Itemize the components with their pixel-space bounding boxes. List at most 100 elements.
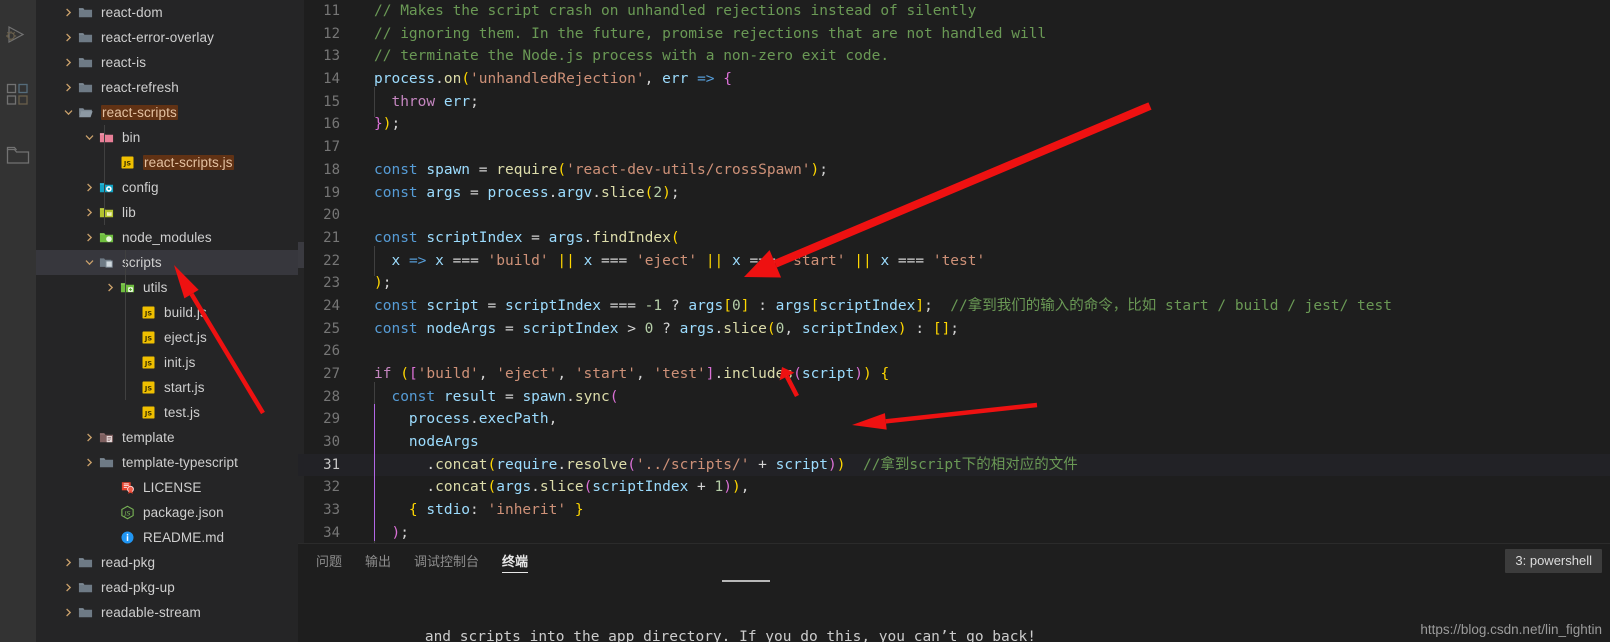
tree-item-bin[interactable]: bin (36, 125, 298, 150)
chevron-right-icon[interactable] (103, 281, 117, 295)
chevron-right-icon[interactable] (61, 56, 75, 70)
tree-item-init-js[interactable]: JS init.js (36, 350, 298, 375)
code-line-34[interactable]: 34 ); (298, 517, 1610, 543)
terminal-output[interactable]: and scripts into the app directory. If y… (298, 579, 1610, 642)
code-line-31[interactable]: 31 .concat(require.resolve('../scripts/'… (298, 449, 1610, 481)
code-line-24[interactable]: 24 const script = scriptIndex === -1 ? ar… (298, 295, 1610, 318)
code-line-13[interactable]: 13 // terminate the Node.js process with … (298, 45, 1610, 68)
run-and-debug-icon[interactable] (5, 22, 31, 48)
code-text[interactable]: const script = scriptIndex === -1 ? args… (362, 295, 1392, 318)
tree-item-start-js[interactable]: JS start.js (36, 375, 298, 400)
code-text[interactable]: ); (362, 272, 391, 295)
code-text[interactable]: process.execPath, (362, 404, 557, 435)
code-line-19[interactable]: 19 const args = process.argv.slice(2); (298, 182, 1610, 205)
tree-item-template-typescript[interactable]: template-typescript (36, 450, 298, 475)
code-text[interactable]: // Makes the script crash on unhandled r… (362, 0, 976, 23)
panel-tab-3[interactable]: 终端 (502, 544, 529, 579)
chevron-right-icon[interactable] (82, 206, 96, 220)
code-text[interactable]: ); (362, 517, 409, 543)
tree-item-react-dom[interactable]: react-dom (36, 0, 298, 25)
code-line-25[interactable]: 25 const nodeArgs = scriptIndex > 0 ? arg… (298, 318, 1610, 341)
code-text[interactable]: }); (362, 113, 400, 136)
code-text[interactable]: const nodeArgs = scriptIndex > 0 ? args.… (362, 318, 959, 341)
code-line-23[interactable]: 23); (298, 272, 1610, 295)
code-line-17[interactable]: 17 (298, 136, 1610, 159)
code-line-29[interactable]: 29 process.execPath, (298, 404, 1610, 435)
tree-item-build-js[interactable]: JS build.js (36, 300, 298, 325)
chevron-right-icon[interactable] (82, 181, 96, 195)
code-text[interactable]: .concat(require.resolve('../scripts/' + … (362, 449, 1078, 481)
chevron-down-icon[interactable] (61, 106, 75, 120)
code-line-15[interactable]: 15 throw err; (298, 86, 1610, 118)
tree-item-eject-js[interactable]: JS eject.js (36, 325, 298, 350)
chevron-right-icon[interactable] (61, 581, 75, 595)
code-line-21[interactable]: 21 const scriptIndex = args.findIndex( (298, 227, 1610, 250)
tree-item-utils[interactable]: utils (36, 275, 298, 300)
chevron-down-icon[interactable] (82, 131, 96, 145)
code-line-16[interactable]: 16}); (298, 113, 1610, 136)
tree-item-react-is[interactable]: react-is (36, 50, 298, 75)
chevron-right-icon[interactable] (61, 556, 75, 570)
code-line-18[interactable]: 18 const spawn = require('react-dev-utils… (298, 159, 1610, 182)
code-line-14[interactable]: 14 process.on('unhandledRejection', err =… (298, 68, 1610, 91)
code-text[interactable]: nodeArgs (362, 427, 479, 458)
tree-item-license[interactable]: LICENSE (36, 475, 298, 500)
tree-item-react-scripts-js[interactable]: JS react-scripts.js (36, 150, 298, 175)
tree-item-react-refresh[interactable]: react-refresh (36, 75, 298, 100)
code-text[interactable]: { stdio: 'inherit' } (362, 495, 584, 526)
chevron-right-icon[interactable] (82, 431, 96, 445)
code-text[interactable]: throw err; (362, 86, 479, 118)
chevron-down-icon[interactable] (82, 256, 96, 270)
code-text[interactable]: process.on('unhandledRejection', err => … (362, 68, 732, 91)
code-text[interactable]: .concat(args.slice(scriptIndex + 1)), (362, 472, 749, 503)
chevron-right-icon[interactable] (61, 81, 75, 95)
tree-item-test-js[interactable]: JS test.js (36, 400, 298, 425)
tree-item-readable-stream[interactable]: readable-stream (36, 600, 298, 625)
tree-item-config[interactable]: config (36, 175, 298, 200)
tree-item-readme-md[interactable]: README.md (36, 525, 298, 550)
chevron-right-icon[interactable] (82, 231, 96, 245)
tree-item-read-pkg[interactable]: read-pkg (36, 550, 298, 575)
code-text[interactable]: // terminate the Node.js process with a … (362, 45, 889, 68)
code-line-32[interactable]: 32 .concat(args.slice(scriptIndex + 1)), (298, 472, 1610, 503)
panel-tab-0[interactable]: 问题 (316, 544, 342, 579)
terminal-selector[interactable]: 3: powershell (1505, 549, 1602, 573)
code-line-30[interactable]: 30 nodeArgs (298, 427, 1610, 458)
tree-item-package-json[interactable]: JS package.json (36, 500, 298, 525)
panel-tab-1[interactable]: 输出 (365, 544, 391, 579)
tree-item-react-error-overlay[interactable]: react-error-overlay (36, 25, 298, 50)
code-line-11[interactable]: 11 // Makes the script crash on unhandled… (298, 0, 1610, 23)
tree-item-lib[interactable]: lib (36, 200, 298, 225)
code-line-22[interactable]: 22 x => x === 'build' || x === 'eject' |… (298, 245, 1610, 276)
tree-item-scripts[interactable]: scripts (36, 250, 298, 275)
tree-item-node-modules[interactable]: node_modules (36, 225, 298, 250)
panel-tab-2[interactable]: 调试控制台 (414, 544, 479, 579)
code-text[interactable]: const args = process.argv.slice(2); (362, 182, 680, 205)
code-text[interactable]: const spawn = require('react-dev-utils/c… (362, 159, 828, 182)
tree-item-react-scripts[interactable]: react-scripts (36, 100, 298, 125)
code-text[interactable]: // ignoring them. In the future, promise… (362, 23, 1046, 46)
chevron-right-icon[interactable] (82, 456, 96, 470)
code-editor[interactable]: 11 // Makes the script crash on unhandled… (298, 0, 1610, 543)
code-line-26[interactable]: 26 (298, 340, 1610, 363)
code-line-33[interactable]: 33 { stdio: 'inherit' } (298, 495, 1610, 526)
panel-tab-bar[interactable]: 问题 输出 调试控制台 终端 (298, 544, 1610, 579)
file-tree[interactable]: react-dom react-error-overlay react-is reac… (36, 0, 298, 625)
extensions-icon[interactable] (5, 82, 31, 108)
code-text[interactable]: const scriptIndex = args.findIndex( (362, 227, 680, 250)
code-line-12[interactable]: 12 // ignoring them. In the future, promi… (298, 23, 1610, 46)
tree-item-read-pkg-up[interactable]: read-pkg-up (36, 575, 298, 600)
code-text[interactable]: const result = spawn.sync( (362, 381, 619, 413)
code-text[interactable]: if (['build', 'eject', 'start', 'test'].… (362, 363, 889, 386)
chevron-right-icon[interactable] (61, 606, 75, 620)
explorer-sidebar[interactable]: react-dom react-error-overlay react-is reac… (36, 0, 298, 642)
remote-explorer-icon[interactable] (5, 142, 31, 168)
code-line-20[interactable]: 20 (298, 204, 1610, 227)
code-lines[interactable]: 11 // Makes the script crash on unhandled… (298, 0, 1610, 543)
chevron-right-icon[interactable] (61, 6, 75, 20)
code-line-28[interactable]: 28 const result = spawn.sync( (298, 381, 1610, 413)
code-line-27[interactable]: 27 if (['build', 'eject', 'start', 'test'… (298, 363, 1610, 386)
code-text[interactable]: x => x === 'build' || x === 'eject' || x… (362, 245, 985, 276)
chevron-right-icon[interactable] (61, 31, 75, 45)
tree-item-template[interactable]: template (36, 425, 298, 450)
